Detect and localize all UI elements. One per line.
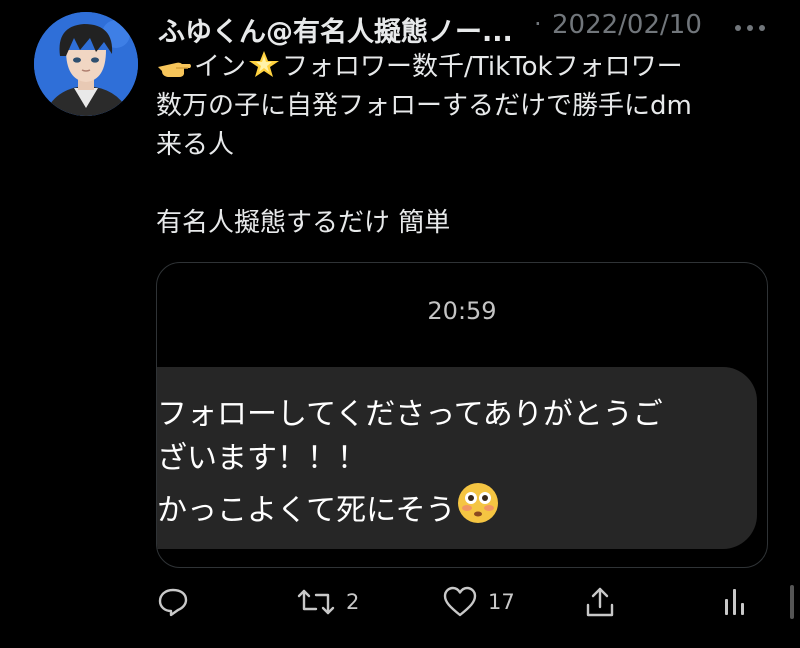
post-date[interactable]: 2022/02/10 [552, 10, 702, 40]
anime-boy-avatar [34, 12, 138, 116]
chat-message-line-last: かっこよくて死にそう [157, 481, 757, 533]
tweet-text: イン フォロワー数千/TikTokフォロワー 数万の子に自発フォローするだけで勝… [156, 48, 776, 243]
share-button[interactable] [584, 580, 616, 624]
pointing-hand-icon [158, 62, 191, 77]
reply-icon [158, 588, 188, 617]
more-dots-icon [735, 25, 765, 31]
media-card[interactable]: 20:59 フォローしてくださってありがとうご ざいます！！！ かっこよくて死に… [156, 262, 768, 568]
action-bar: 2 17 [156, 580, 756, 624]
avatar[interactable] [34, 12, 138, 116]
author-display-name[interactable]: ふゆくん@有名人擬態ノー... [158, 10, 513, 49]
more-button[interactable] [730, 18, 770, 38]
heart-icon [443, 586, 477, 617]
analytics-button[interactable] [722, 580, 748, 624]
retweet-button[interactable]: 2 [296, 580, 359, 624]
chat-message-line: ざいます！！！ [157, 441, 367, 476]
like-button[interactable]: 17 [442, 580, 515, 624]
retweet-count: 2 [346, 590, 360, 614]
tweet-text-line-5: 有名人擬態するだけ 簡単 [156, 208, 451, 238]
retweet-icon [297, 589, 335, 615]
analytics-icon [725, 589, 744, 615]
separator-dot: · [534, 10, 542, 38]
scroll-indicator[interactable] [790, 585, 794, 619]
tweet-text-line-1: イン フォロワー数千/TikTokフォロワー [156, 48, 776, 87]
like-count: 17 [488, 590, 515, 614]
tweet-text-line-1-rest: フォロワー数千/TikTokフォロワー [282, 52, 683, 82]
glowing-star-icon [249, 51, 280, 77]
tweet-text-line-2: 数万の子に自発フォローするだけで勝手にdm [156, 91, 692, 121]
share-icon [586, 587, 614, 617]
flushed-face-icon [457, 483, 498, 523]
chat-message-line-3-text: かっこよくて死にそう [157, 493, 456, 528]
chat-timestamp: 20:59 [427, 297, 497, 325]
chat-message: フォローしてくださってありがとうご ざいます！！！ かっこよくて死にそう [157, 393, 757, 533]
tweet-text-line-3: 来る人 [156, 130, 235, 160]
chat-message-line: フォローしてくださってありがとうご [157, 397, 663, 432]
tweet-text-blank-line [156, 165, 776, 204]
tweet-text-prefix: イン [194, 52, 247, 82]
tweet-header: ふゆくん@有名人擬態ノー... · 2022/02/10 [158, 6, 778, 49]
reply-button[interactable] [156, 580, 190, 624]
